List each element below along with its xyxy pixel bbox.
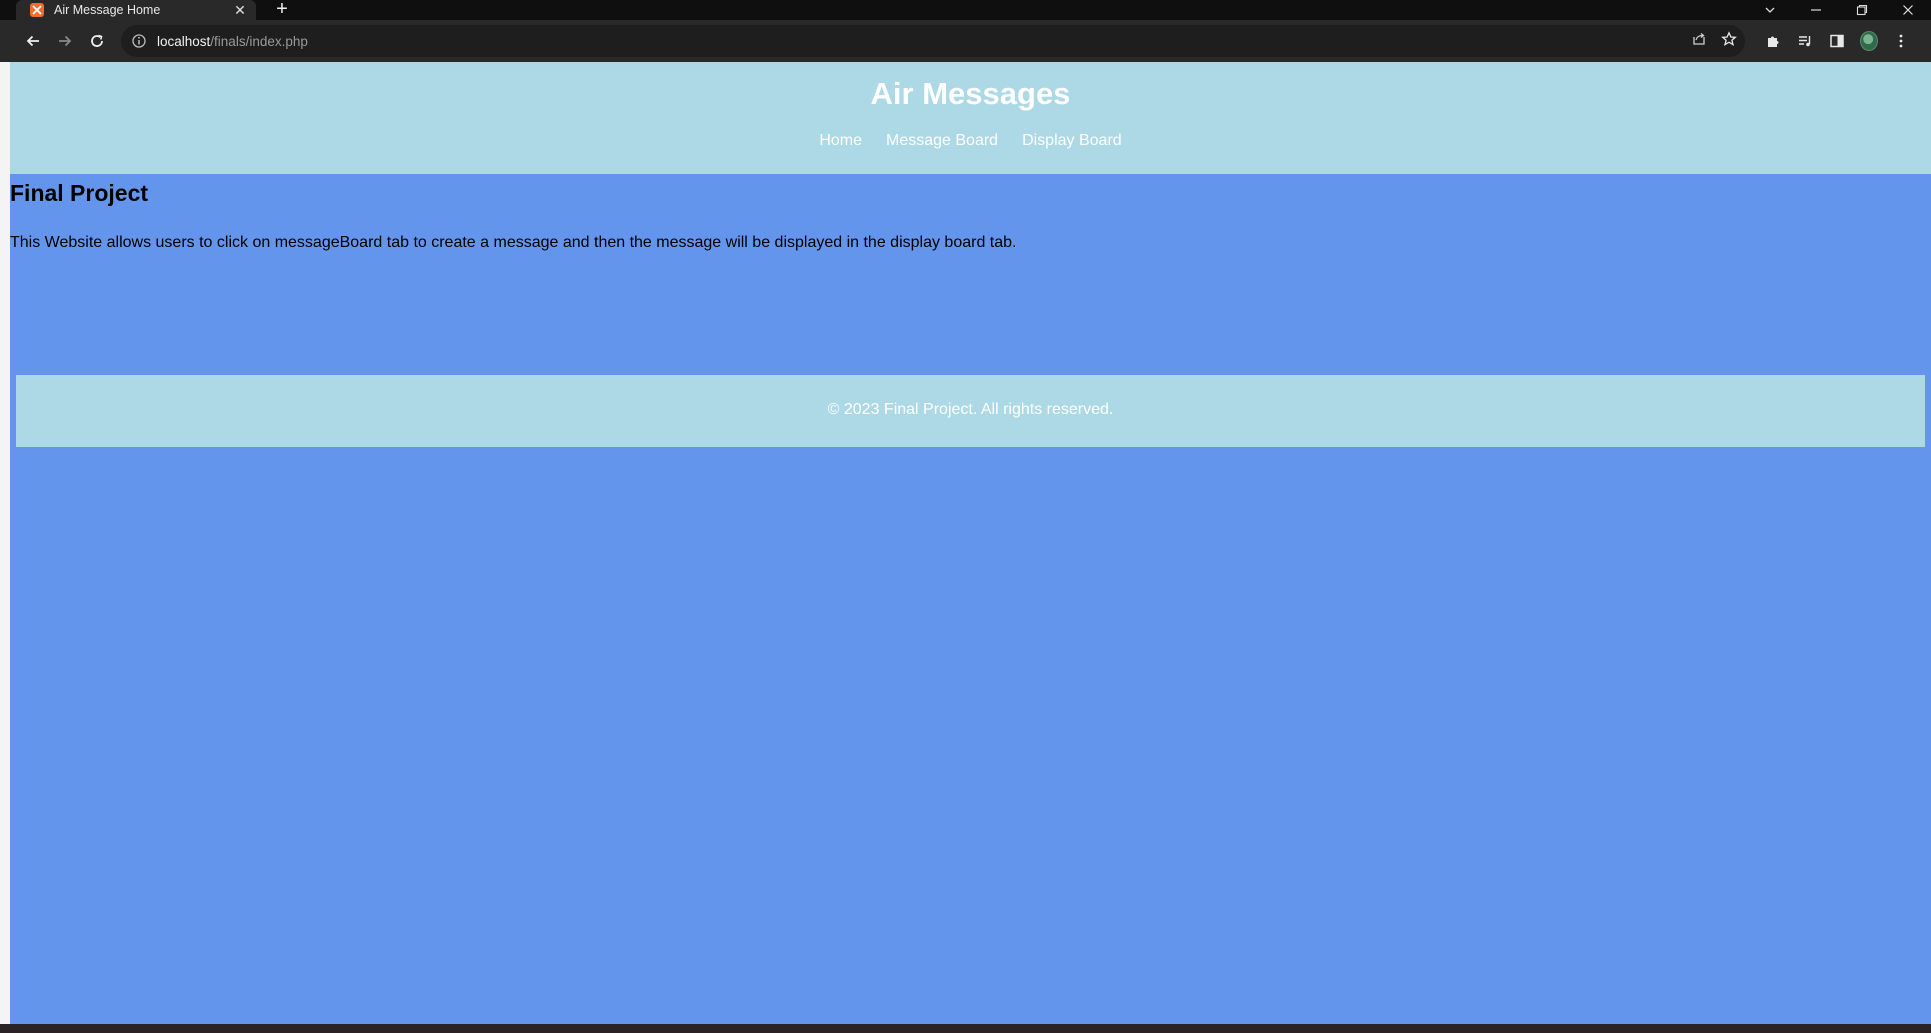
bookmark-star-icon[interactable] bbox=[1721, 30, 1737, 52]
extension-toolbar bbox=[1764, 27, 1910, 55]
tab-close-icon[interactable]: ✕ bbox=[232, 2, 248, 18]
media-queue-icon[interactable] bbox=[1796, 32, 1814, 50]
forward-arrow-icon[interactable] bbox=[51, 27, 79, 55]
minimize-icon[interactable] bbox=[1793, 0, 1839, 20]
page-heading: Final Project bbox=[10, 180, 149, 206]
restore-icon[interactable] bbox=[1839, 0, 1885, 20]
site-info-icon[interactable] bbox=[131, 33, 147, 49]
address-bar[interactable]: localhost/finals/index.php bbox=[121, 25, 1745, 57]
site-navigation: Home Message Board Display Board bbox=[10, 132, 1931, 150]
menu-kebab-icon[interactable] bbox=[1892, 32, 1910, 50]
url-host: localhost bbox=[157, 33, 211, 49]
profile-avatar[interactable] bbox=[1860, 31, 1878, 51]
window-controls bbox=[1747, 0, 1931, 20]
reload-icon[interactable] bbox=[83, 27, 111, 55]
share-icon[interactable] bbox=[1691, 31, 1707, 52]
site-footer: © 2023 Final Project. All rights reserve… bbox=[16, 375, 1925, 447]
nav-link-display-board[interactable]: Display Board bbox=[1022, 132, 1122, 150]
nav-link-home[interactable]: Home bbox=[819, 132, 862, 150]
footer-copyright: © 2023 Final Project. All rights reserve… bbox=[827, 401, 1114, 418]
xampp-favicon-icon bbox=[30, 3, 44, 17]
browser-toolbar: localhost/finals/index.php bbox=[0, 20, 1931, 62]
site-header: Air Messages Home Message Board Display … bbox=[10, 62, 1931, 174]
tab-search-icon[interactable] bbox=[1747, 0, 1793, 20]
new-tab-button[interactable]: + bbox=[272, 0, 292, 20]
site-title: Air Messages bbox=[870, 76, 1071, 111]
back-arrow-icon[interactable] bbox=[19, 27, 47, 55]
nav-link-message-board[interactable]: Message Board bbox=[886, 132, 998, 150]
tab-title: Air Message Home bbox=[54, 3, 161, 17]
window-left-edge bbox=[0, 62, 10, 1024]
page-viewport: Air Messages Home Message Board Display … bbox=[10, 62, 1931, 1024]
browser-tab-strip: Air Message Home ✕ + bbox=[0, 0, 1931, 20]
side-panel-icon[interactable] bbox=[1828, 32, 1846, 50]
close-window-icon[interactable] bbox=[1885, 0, 1931, 20]
browser-tab[interactable]: Air Message Home ✕ bbox=[16, 0, 256, 20]
url-path: /finals/index.php bbox=[210, 33, 308, 49]
page-description: This Website allows users to click on me… bbox=[10, 234, 1017, 251]
taskbar-edge bbox=[0, 1024, 1931, 1033]
extensions-puzzle-icon[interactable] bbox=[1764, 32, 1782, 50]
